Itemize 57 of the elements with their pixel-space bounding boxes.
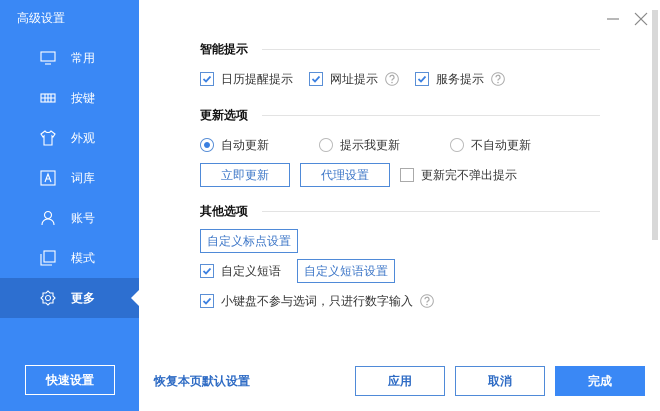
sidebar-item[interactable]: 模式 [0, 238, 139, 278]
sidebar-item[interactable]: 按键 [0, 78, 139, 118]
footer-button[interactable]: 完成 [555, 366, 645, 396]
checkbox-label: 日历提醒提示 [221, 70, 293, 88]
checkbox-label: 小键盘不参与选词，只进行数字输入 [221, 292, 413, 310]
letter-icon [39, 169, 57, 187]
settings-icon [39, 289, 57, 307]
sidebar-item-label: 词库 [71, 170, 95, 186]
radio-button[interactable] [450, 138, 464, 152]
selection-pointer-icon [131, 290, 139, 306]
help-icon[interactable] [491, 72, 505, 86]
checkbox-label: 自定义短语 [221, 262, 281, 280]
sidebar-item[interactable]: 账号 [0, 198, 139, 238]
checkbox[interactable] [200, 294, 214, 308]
checkbox[interactable] [415, 72, 429, 86]
checkbox[interactable] [200, 72, 214, 86]
checkbox-label: 更新完不弹出提示 [421, 166, 517, 184]
sidebar-item-label: 模式 [71, 250, 95, 266]
sidebar-item[interactable]: 更多 [0, 278, 139, 318]
footer-button[interactable]: 应用 [355, 366, 445, 396]
sidebar-item[interactable]: 词库 [0, 158, 139, 198]
checkbox[interactable] [400, 168, 414, 182]
radio-button[interactable] [319, 138, 333, 152]
radio-label: 不自动更新 [471, 136, 531, 154]
radio-button[interactable] [200, 138, 214, 152]
section-title: 更新选项 [200, 106, 248, 124]
sidebar-item-label: 账号 [71, 210, 95, 226]
help-icon[interactable] [420, 294, 434, 308]
sidebar-item-label: 按键 [71, 90, 95, 106]
radio-label: 提示我更新 [340, 136, 400, 154]
checkbox[interactable] [309, 72, 323, 86]
radio-label: 自动更新 [221, 136, 269, 154]
help-icon[interactable] [385, 72, 399, 86]
action-button[interactable]: 自定义标点设置 [200, 229, 298, 253]
action-button[interactable]: 立即更新 [200, 163, 290, 187]
scrollbar[interactable] [652, 10, 658, 240]
monitor-icon [39, 49, 57, 67]
pages-icon [39, 249, 57, 267]
sidebar-item[interactable]: 外观 [0, 118, 139, 158]
checkbox-label: 服务提示 [436, 70, 484, 88]
shirt-icon [39, 129, 57, 147]
section-title: 智能提示 [200, 40, 248, 58]
section-title: 其他选项 [200, 202, 248, 220]
window-title: 高级设置 [16, 10, 66, 27]
user-icon [39, 209, 57, 227]
checkbox[interactable] [200, 264, 214, 278]
action-button[interactable]: 代理设置 [300, 163, 390, 187]
checkbox-label: 网址提示 [330, 70, 378, 88]
action-button[interactable]: 自定义短语设置 [297, 259, 395, 283]
close-icon[interactable] [634, 12, 648, 26]
sidebar-item-label: 常用 [71, 50, 95, 66]
sidebar-item-label: 外观 [71, 130, 95, 146]
quick-settings-button[interactable]: 快速设置 [25, 365, 115, 395]
footer-button[interactable]: 取消 [455, 366, 545, 396]
restore-defaults-link[interactable]: 恢复本页默认设置 [154, 372, 250, 390]
sidebar-item-label: 更多 [71, 290, 95, 306]
sidebar-item[interactable]: 常用 [0, 38, 139, 78]
